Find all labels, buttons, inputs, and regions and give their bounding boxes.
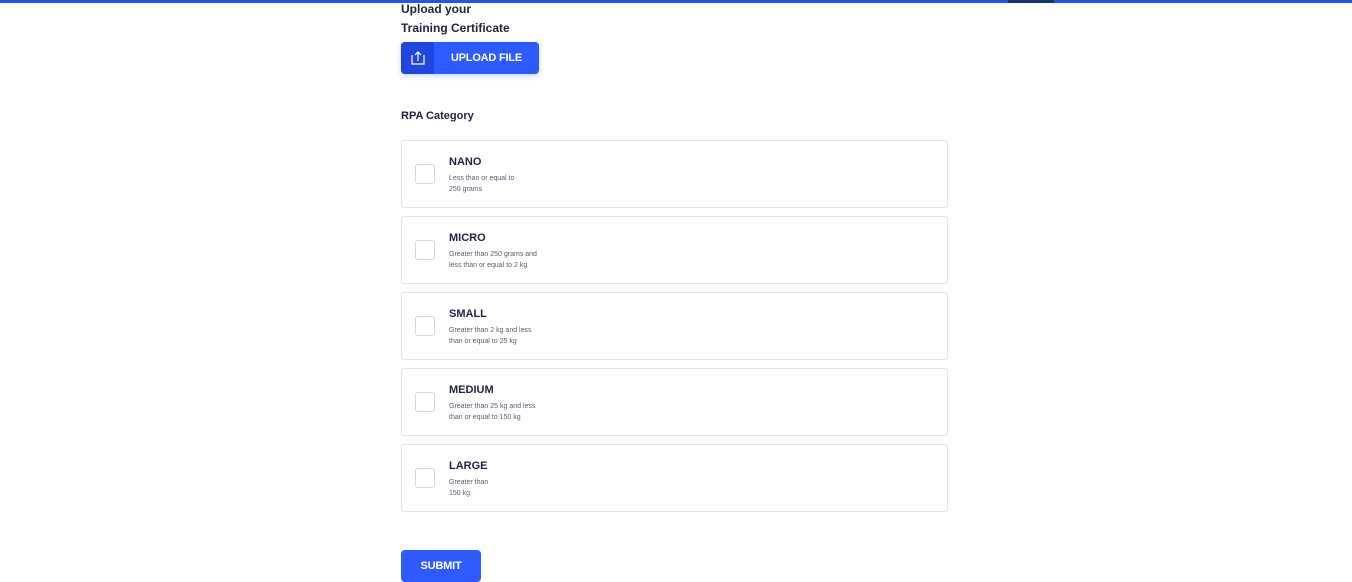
category-description: Greater than 250 grams and less than or … [449, 249, 569, 271]
category-card-medium[interactable]: MEDIUM Greater than 25 kg and less than … [401, 368, 948, 436]
category-desc-line1: Less than or equal to [449, 175, 515, 182]
category-checkbox-micro[interactable] [415, 240, 435, 260]
category-checkbox-medium[interactable] [415, 392, 435, 412]
category-description: Greater than 150 kg [449, 477, 569, 499]
category-description: Greater than 25 kg and less than or equa… [449, 401, 569, 423]
rpa-category-label: RPA Category [401, 110, 474, 122]
category-desc-line2: 250 grams [449, 186, 483, 193]
category-description: Less than or equal to 250 grams [449, 173, 569, 195]
upload-file-label: UPLOAD FILE [450, 52, 523, 64]
category-card-small[interactable]: SMALL Greater than 2 kg and less than or… [401, 292, 948, 360]
upload-title-line1: Upload your [401, 2, 472, 16]
category-desc-line1: Greater than 2 kg and less [449, 327, 532, 334]
category-checkbox-small[interactable] [415, 316, 435, 336]
category-name: LARGE [449, 460, 488, 472]
upload-file-button[interactable]: UPLOAD FILE [401, 42, 539, 74]
upload-title-line2: Training Certificate [401, 21, 510, 35]
category-desc-line1: Greater than [449, 479, 489, 486]
rpa-category-list: NANO Less than or equal to 250 grams MIC… [401, 140, 948, 520]
category-card-micro[interactable]: MICRO Greater than 250 grams and less th… [401, 216, 948, 284]
category-description: Greater than 2 kg and less than or equal… [449, 325, 569, 347]
upload-title: Upload your Training Certificate [401, 0, 510, 38]
category-desc-line2: than or equal to 150 kg [449, 414, 521, 421]
upload-icon [401, 42, 434, 74]
category-desc-line1: Greater than 25 kg and less [449, 403, 536, 410]
category-name: NANO [449, 156, 482, 168]
category-checkbox-nano[interactable] [415, 164, 435, 184]
category-name: MEDIUM [449, 384, 494, 396]
submit-button[interactable]: SUBMIT [401, 550, 481, 582]
top-progress-bar [0, 0, 1352, 3]
category-checkbox-large[interactable] [415, 468, 435, 488]
category-desc-line2: less than or equal to 2 kg [449, 262, 528, 269]
progress-segment [1008, 0, 1054, 3]
category-name: MICRO [449, 232, 486, 244]
category-name: SMALL [449, 308, 487, 320]
category-desc-line1: Greater than 250 grams and [449, 251, 537, 258]
category-desc-line2: 150 kg [449, 490, 471, 497]
category-card-large[interactable]: LARGE Greater than 150 kg [401, 444, 948, 512]
category-card-nano[interactable]: NANO Less than or equal to 250 grams [401, 140, 948, 208]
category-desc-line2: than or equal to 25 kg [449, 338, 517, 345]
